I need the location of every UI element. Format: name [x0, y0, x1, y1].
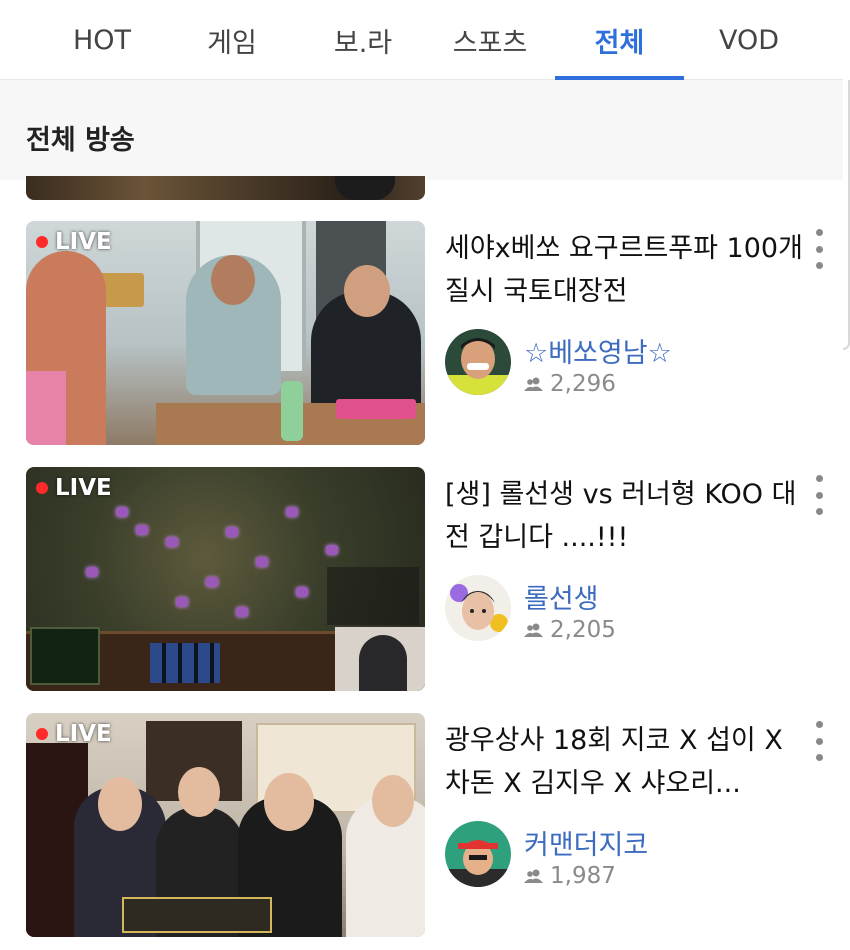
stream-card[interactable]: LIVE 광우상사 18회 지코 X 섭이 X 차돈 X 김지우 X 샤오리..… [26, 713, 836, 939]
channel-avatar[interactable] [445, 329, 511, 395]
people-icon [524, 869, 543, 883]
stream-thumbnail[interactable]: LIVE [26, 713, 425, 937]
more-vertical-icon[interactable] [812, 475, 826, 515]
channel-name[interactable]: ☆베쏘영남☆ [524, 331, 672, 370]
live-dot-icon [36, 482, 48, 494]
tab-all[interactable]: 전체 [555, 0, 684, 80]
channel-avatar[interactable] [445, 575, 511, 641]
tab-game[interactable]: 게임 [190, 0, 274, 80]
live-badge: LIVE [36, 721, 112, 747]
viewer-count: 1,987 [524, 863, 616, 889]
tab-vod[interactable]: VOD [705, 0, 793, 80]
channel-avatar[interactable] [445, 821, 511, 887]
stream-title[interactable]: 광우상사 18회 지코 X 섭이 X 차돈 X 김지우 X 샤오리... [445, 719, 805, 805]
section-title: 전체 방송 [26, 125, 135, 156]
more-vertical-icon[interactable] [812, 721, 826, 761]
scroll-edge [843, 80, 850, 350]
tab-sports[interactable]: 스포츠 [440, 0, 540, 80]
thumbnail-person [335, 176, 395, 200]
live-badge: LIVE [36, 229, 112, 255]
stream-title[interactable]: 세야x베쏘 요구르트푸파 100개 질시 국토대장전 [445, 227, 805, 313]
live-badge: LIVE [36, 475, 112, 501]
people-icon [524, 377, 543, 391]
live-dot-icon [36, 728, 48, 740]
more-vertical-icon[interactable] [812, 229, 826, 269]
category-tab-bar: HOT 게임 보.라 스포츠 전체 VOD [0, 0, 843, 80]
live-dot-icon [36, 236, 48, 248]
stream-thumbnail[interactable]: LIVE [26, 467, 425, 691]
stream-title[interactable]: [생] 롤선생 vs 러너형 KOO 대전 갑니다 ....!!! [445, 473, 805, 559]
stream-thumbnail[interactable]: LIVE [26, 221, 425, 445]
viewer-count: 2,205 [524, 617, 616, 643]
viewer-count: 2,296 [524, 371, 616, 397]
stream-card[interactable]: LIVE 세야x베쏘 요구르트푸파 100개 질시 국토대장전 ☆베쏘영남☆ 2… [26, 221, 836, 447]
stream-card[interactable]: LIVE [생] 롤선생 vs 러너형 KOO 대전 갑니다 ....!!! 롤… [26, 467, 836, 693]
partial-stream-thumbnail[interactable] [26, 176, 425, 200]
channel-name[interactable]: 롤선생 [524, 577, 599, 616]
people-icon [524, 623, 543, 637]
tab-bora[interactable]: 보.라 [316, 0, 410, 80]
channel-name[interactable]: 커맨더지코 [524, 823, 648, 862]
tab-hot[interactable]: HOT [58, 0, 146, 80]
